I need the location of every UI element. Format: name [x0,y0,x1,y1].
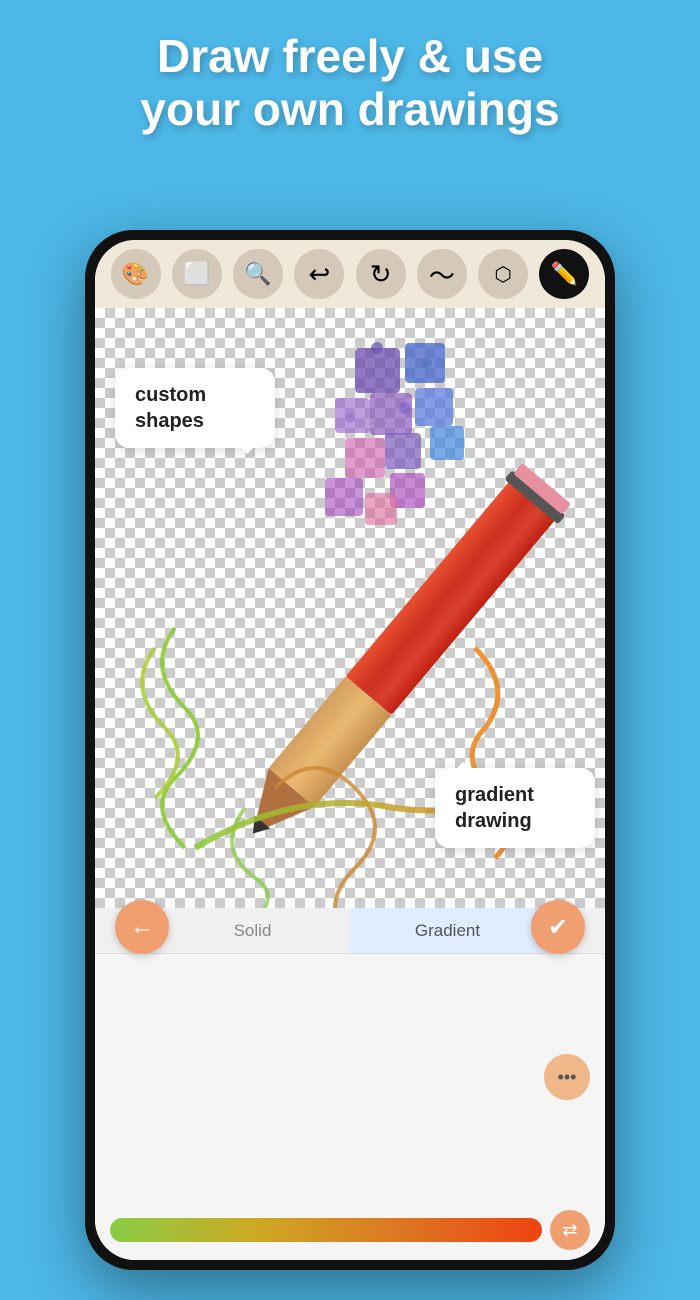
redo-tool-button[interactable]: ↻ [356,249,406,299]
more-icon: ••• [558,1067,577,1088]
eraser-tool-button[interactable]: ⬡ [478,249,528,299]
phone-frame: 🎨 ⬜ 🔍 ↩ ↻ 〜 ⬡ ✏️ [85,230,615,1270]
solid-tab[interactable]: Solid [155,908,350,953]
app-header: Draw freely & use your own drawings [0,30,700,136]
color-icon: 🎨 [122,261,149,287]
check-icon: ✔ [548,913,568,942]
more-button[interactable]: ••• [544,1054,590,1100]
back-icon: ← [130,913,154,941]
callout-shapes-text: custom shapes [135,384,206,432]
color-gradient-strip[interactable] [110,1218,542,1242]
header-line1: Draw freely & use [40,30,660,83]
bottom-panel: Solid Gradient 💧 0 ✏️ [95,908,605,1260]
pencil-icon: ✏️ [551,261,578,287]
wave-tool-button[interactable]: 〜 [417,249,467,299]
toolbar: 🎨 ⬜ 🔍 ↩ ↻ 〜 ⬡ ✏️ [95,240,605,308]
color-strip-container: ⇄ [95,1210,605,1250]
solid-tab-label: Solid [234,921,272,941]
phone-inner: 🎨 ⬜ 🔍 ↩ ↻ 〜 ⬡ ✏️ [95,240,605,1260]
callout-gradient-text: gradient drawing [455,784,534,832]
zoom-icon: 🔍 [244,261,271,287]
shape-icon: ⬜ [183,261,210,287]
strip-shuffle-icon: ⇄ [562,1220,577,1241]
paint-mode-tabs: Solid Gradient [95,908,605,954]
gradient-tab[interactable]: Gradient [350,908,545,953]
canvas-area[interactable]: custom shapes gradient drawing [95,308,605,908]
pencil-tool-button[interactable]: ✏️ [539,249,589,299]
color-tool-button[interactable]: 🎨 [111,249,161,299]
back-button[interactable]: ← [115,900,169,954]
wave-icon: 〜 [429,256,455,293]
gradient-drawing-callout: gradient drawing [435,768,595,848]
gradient-tab-label: Gradient [415,921,480,941]
strip-shuffle-button[interactable]: ⇄ [550,1210,590,1250]
undo-tool-button[interactable]: ↩ [294,249,344,299]
confirm-button[interactable]: ✔ [531,900,585,954]
custom-shapes-callout: custom shapes [115,368,275,448]
undo-icon: ↩ [308,259,330,290]
redo-icon: ↻ [370,259,392,290]
eraser-icon: ⬡ [494,262,511,287]
header-line2: your own drawings [40,83,660,136]
shape-tool-button[interactable]: ⬜ [172,249,222,299]
zoom-tool-button[interactable]: 🔍 [233,249,283,299]
